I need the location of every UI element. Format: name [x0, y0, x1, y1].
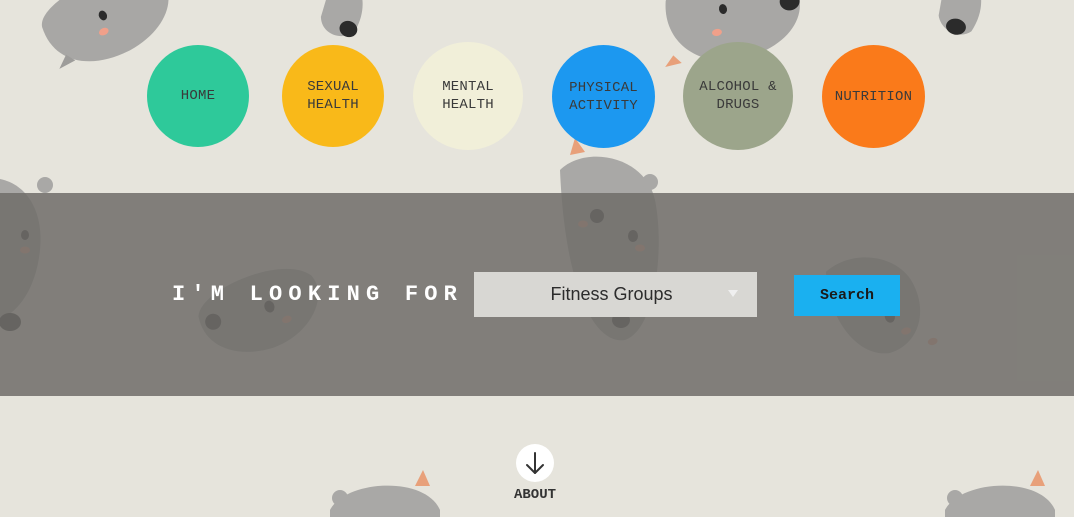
main-nav: HOME SEXUAL HEALTH MENTAL HEALTH PHYSICA…: [0, 0, 1074, 190]
nav-item-home[interactable]: HOME: [147, 45, 249, 147]
search-button[interactable]: Search: [794, 275, 900, 316]
about-link[interactable]: ABOUT: [505, 444, 565, 510]
chevron-down-icon: [728, 290, 738, 297]
nav-item-label: HOME: [180, 88, 216, 104]
category-select[interactable]: Fitness Groups: [474, 272, 757, 317]
arrow-down-icon[interactable]: [516, 444, 554, 482]
search-prompt: I'M LOOKING FOR: [172, 282, 464, 307]
nav-item-sexual-health[interactable]: SEXUAL HEALTH: [282, 45, 384, 147]
nav-item-mental-health[interactable]: MENTAL HEALTH: [413, 42, 523, 150]
nav-item-label: ALCOHOL & DRUGS: [699, 79, 777, 113]
nav-item-nutrition[interactable]: NUTRITION: [822, 45, 925, 148]
nav-item-label: NUTRITION: [834, 88, 913, 105]
about-label[interactable]: ABOUT: [505, 487, 565, 503]
nav-item-label: MENTAL HEALTH: [442, 79, 494, 113]
nav-item-alcohol-drugs[interactable]: ALCOHOL & DRUGS: [683, 42, 793, 150]
nav-item-label: SEXUAL HEALTH: [307, 79, 359, 113]
nav-item-label: PHYSICAL ACTIVITY: [569, 79, 638, 114]
nav-item-physical-activity[interactable]: PHYSICAL ACTIVITY: [552, 45, 655, 148]
category-select-value: Fitness Groups: [550, 284, 673, 304]
